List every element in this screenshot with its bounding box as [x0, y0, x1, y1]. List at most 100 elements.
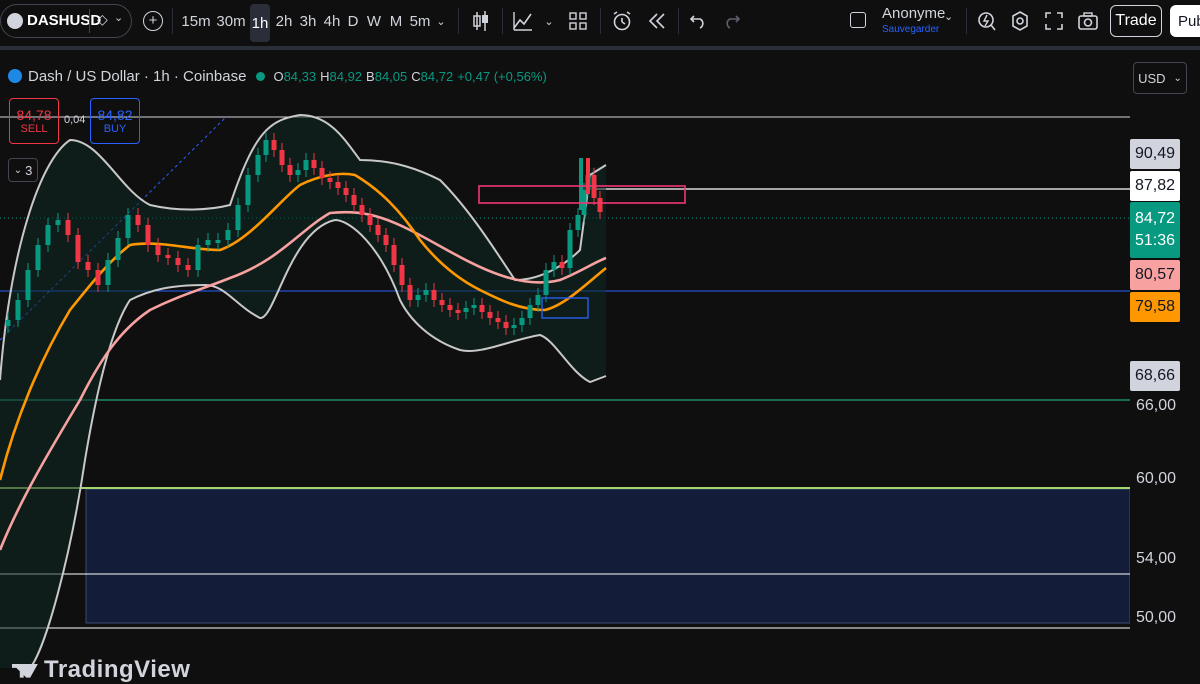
- candle-body: [367, 215, 373, 225]
- dash-coin-icon: [8, 69, 22, 83]
- symbol-search[interactable]: DASHUSD ◇ ⌄: [0, 4, 132, 38]
- chevron-down-icon: ⌄: [544, 15, 554, 28]
- candle-body: [245, 175, 251, 205]
- tradingview-logo[interactable]: TradingView: [12, 656, 190, 684]
- price-tag-value: 80,57: [1134, 266, 1176, 283]
- toolbar-separator: [458, 8, 459, 34]
- diamond-icon[interactable]: ◇: [97, 11, 108, 28]
- layout-button[interactable]: [566, 6, 590, 36]
- axis-label-54: 54,00: [1136, 550, 1177, 567]
- indicators-toggle[interactable]: ⌄ 3: [8, 158, 38, 182]
- timeframe-3h[interactable]: 3h: [298, 6, 318, 36]
- alert-button[interactable]: [608, 6, 636, 36]
- snapshot-button[interactable]: [1076, 6, 1100, 36]
- fullscreen-button[interactable]: [1042, 6, 1066, 36]
- timeframe-30m[interactable]: 30m: [214, 6, 248, 36]
- indicators-dropdown[interactable]: ⌄: [542, 6, 556, 36]
- candle-body: [407, 285, 413, 300]
- price-tag-value: 90,49: [1134, 145, 1176, 162]
- account-menu[interactable]: Anonyme Sauvegarder ⌄: [848, 5, 958, 36]
- legend-c-value: 84,72: [420, 68, 454, 84]
- candle-body: [439, 300, 445, 305]
- legend-change: +0,47 (+0,56%): [457, 68, 547, 84]
- timeframe-w[interactable]: W: [366, 6, 382, 36]
- candle-body: [351, 195, 357, 205]
- legend-title[interactable]: Dash / US Dollar · 1h · Coinbase: [28, 68, 246, 85]
- candle-body: [575, 215, 581, 230]
- candle-body: [205, 240, 211, 245]
- candle-body: [95, 270, 101, 285]
- candle-body: [155, 245, 161, 255]
- timeframe-label: 1h: [251, 14, 269, 32]
- candle-body: [559, 262, 565, 268]
- candle-body: [399, 265, 405, 285]
- candle-body: [279, 150, 285, 165]
- timeframe-1h[interactable]: 1h: [250, 4, 270, 42]
- axis-label-60: 60,00: [1136, 470, 1177, 487]
- replay-button[interactable]: [644, 6, 670, 36]
- publish-button[interactable]: Pub: [1170, 5, 1200, 37]
- candle-body: [327, 178, 333, 182]
- timeframe-label: 15m: [181, 12, 211, 30]
- redo-icon: [726, 15, 741, 29]
- undo-button[interactable]: [686, 6, 710, 36]
- timeframe-dropdown[interactable]: ⌄: [434, 6, 448, 36]
- candle-body: [295, 170, 301, 175]
- candle-body: [195, 245, 201, 270]
- timeframe-2h[interactable]: 2h: [274, 6, 294, 36]
- trade-button[interactable]: Trade: [1110, 5, 1162, 37]
- indicators-icon: [513, 12, 532, 31]
- candle-body: [519, 318, 525, 325]
- quick-search-button[interactable]: [974, 6, 998, 36]
- timeframe-5m[interactable]: 5m: [408, 6, 432, 36]
- price-tag-87: 87,82: [1130, 171, 1180, 201]
- market-status-dot: [256, 71, 266, 81]
- currency-selector[interactable]: USD ⌄: [1133, 62, 1187, 94]
- indicators-button[interactable]: [510, 6, 536, 36]
- rewind-icon: [648, 13, 665, 29]
- sell-button[interactable]: 84,78 SELL: [9, 98, 59, 144]
- add-symbol-button[interactable]: +: [140, 6, 166, 36]
- legend-h-value: 84,92: [329, 68, 363, 84]
- chevron-down-icon[interactable]: ⌄: [114, 11, 123, 24]
- candle-body: [15, 300, 21, 320]
- candle-body: [487, 312, 493, 318]
- candle-body: [543, 270, 549, 295]
- candle-body: [597, 198, 603, 212]
- chevron-down-icon: ⌄: [944, 11, 954, 23]
- legend-c-label: C: [411, 68, 421, 84]
- sell-price: 84,78: [16, 107, 52, 123]
- candle-body: [415, 295, 421, 300]
- toolbar-separator: [966, 8, 967, 34]
- timeframe-15m[interactable]: 15m: [180, 6, 212, 36]
- buy-label: BUY: [103, 123, 127, 135]
- legend-b-value: 84,05: [374, 68, 408, 84]
- chart-type-button[interactable]: [468, 6, 494, 36]
- chevron-down-icon: ⌄: [13, 164, 23, 176]
- price-tag-90: 90,49: [1130, 139, 1180, 169]
- candle-body: [135, 215, 141, 225]
- candle-body: [125, 215, 131, 238]
- chart-pane[interactable]: [0, 50, 1200, 675]
- timeframe-4h[interactable]: 4h: [322, 6, 342, 36]
- timeframe-d[interactable]: D: [346, 6, 360, 36]
- demand-zone[interactable]: [85, 488, 1130, 624]
- redo-button[interactable]: [720, 6, 744, 36]
- account-name: Anonyme: [882, 5, 946, 22]
- last-price-tag: 84,72 51:36: [1130, 202, 1180, 258]
- timeframe-m[interactable]: M: [388, 6, 404, 36]
- candle-body: [511, 325, 517, 328]
- slow-ma-tag: 80,57: [1130, 260, 1180, 290]
- buy-button[interactable]: 84,82 BUY: [90, 98, 140, 144]
- candle-body: [551, 262, 557, 270]
- price-chart[interactable]: [0, 50, 1130, 675]
- legend-h-label: H: [320, 68, 330, 84]
- settings-button[interactable]: [1008, 6, 1032, 36]
- lightning-search-icon: [978, 12, 996, 31]
- candle-body: [35, 245, 41, 270]
- chart-legend: Dash / US Dollar · 1h · Coinbase O 84,33 …: [8, 66, 547, 86]
- legend-b-label: B: [366, 68, 375, 84]
- timeframe-label: 30m: [216, 12, 246, 30]
- top-toolbar: DASHUSD ◇ ⌄ + 15m 30m 1h 2h 3h 4h D W M …: [0, 0, 1200, 42]
- candle-body: [105, 260, 111, 285]
